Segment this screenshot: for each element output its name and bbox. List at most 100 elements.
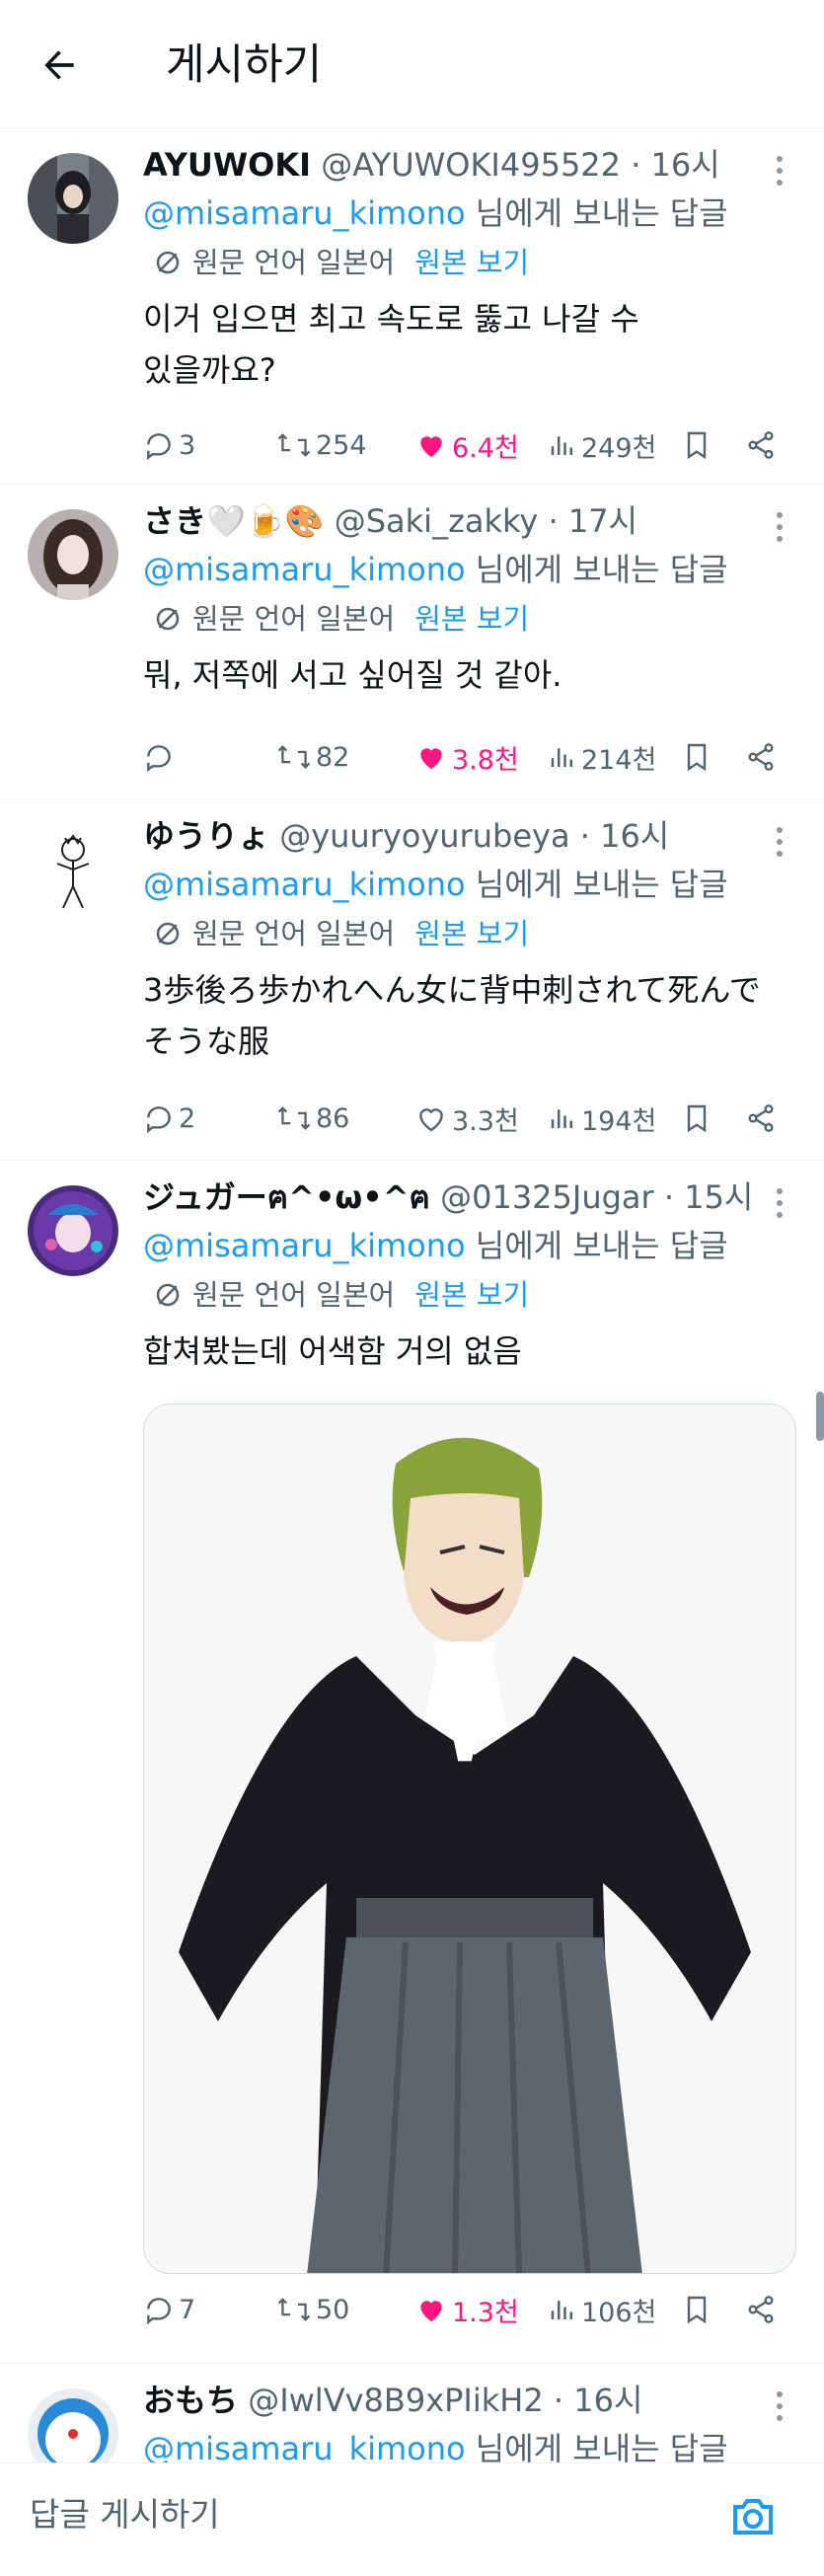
back-button[interactable] (30, 36, 89, 95)
reply-button[interactable] (143, 732, 179, 782)
views-button[interactable]: 194천 (548, 1094, 656, 1143)
author-name[interactable]: さき🤍🍺🎨 (143, 502, 325, 540)
reply-tweet[interactable]: ジュガーฅ^•ω•^ฅ @01325Jugar · 15시 @misamaru_… (0, 1162, 824, 2364)
bookmark-button[interactable] (681, 2285, 712, 2334)
repost-count: 86 (316, 1102, 350, 1134)
repost-count: 254 (316, 429, 367, 461)
bookmark-button[interactable] (681, 420, 712, 470)
reply-tweet[interactable]: ゆうりょ @yuuryoyurubeya · 16시 @misamaru_kim… (0, 800, 824, 1161)
views-button[interactable]: 214천 (548, 732, 656, 782)
reply-tweet[interactable]: おもち @IwlVv8B9xPIikH2 · 16시 @misamaru_kim… (0, 2365, 824, 2463)
views-icon (551, 2301, 572, 2319)
like-count: 6.4천 (452, 432, 519, 464)
avatar[interactable] (28, 153, 118, 244)
author-name[interactable]: ジュガーฅ^•ω•^ฅ (143, 1178, 430, 1216)
repost-icon (277, 745, 311, 769)
tweet-text: 3歩後ろ歩かれへん女に背中刺されて死んでそうな服 (143, 971, 761, 1060)
like-count: 3.8천 (452, 744, 519, 776)
reply-tweet[interactable]: AYUWOKI @AYUWOKI495522 · 16시 @misamaru_k… (0, 129, 824, 485)
reply-icon (147, 2298, 171, 2325)
reply-icon (147, 433, 171, 461)
attached-image[interactable] (143, 1403, 796, 2274)
author-handle[interactable]: @IwlVv8B9xPIikH2 (248, 2382, 544, 2419)
bookmark-icon (687, 2296, 707, 2324)
post-time: · 16시 (631, 146, 720, 184)
author-name[interactable]: AYUWOKI (143, 146, 311, 184)
post-time: · 15시 (663, 1178, 754, 1216)
like-button[interactable]: 3.8천 (414, 732, 519, 782)
more-icon[interactable] (765, 1183, 794, 1223)
share-button[interactable] (745, 1094, 777, 1143)
repost-button[interactable]: 82 (276, 732, 349, 782)
camera-button[interactable] (721, 2485, 785, 2548)
tweet-text: 뭐, 저쪽에 서고 싶어질 것 같아. (143, 656, 562, 694)
repost-button[interactable]: 86 (276, 1094, 349, 1143)
author-handle[interactable]: @AYUWOKI495522 (321, 146, 621, 184)
camera-icon (733, 2499, 773, 2535)
more-icon[interactable] (765, 822, 794, 862)
translate-icon (156, 922, 180, 946)
reply-button[interactable]: 2 (143, 1094, 195, 1143)
show-original-link[interactable]: 원본 보기 (414, 240, 529, 285)
more-icon[interactable] (765, 507, 794, 547)
show-original-link[interactable]: 원본 보기 (414, 1272, 529, 1318)
like-icon (419, 1108, 443, 1132)
reply-mention-link[interactable]: @misamaru_kimono (143, 866, 466, 903)
views-icon (551, 436, 572, 455)
post-time: · 16시 (579, 817, 670, 855)
like-icon (420, 748, 442, 769)
like-button[interactable]: 6.4천 (414, 420, 519, 470)
reply-button[interactable]: 3 (143, 420, 195, 470)
author-handle[interactable]: @Saki_zakky (335, 502, 539, 540)
reply-tweet[interactable]: さき🤍🍺🎨 @Saki_zakky · 17시 @misamaru_kimono… (0, 486, 824, 799)
like-count: 3.3천 (452, 1105, 519, 1137)
reply-to-label: 님에게 보내는 답글 (465, 1227, 728, 1264)
repost-icon (277, 433, 311, 457)
more-icon[interactable] (765, 2387, 794, 2426)
show-original-link[interactable]: 원본 보기 (414, 596, 529, 642)
author-handle[interactable]: @yuuryoyurubeya (279, 817, 569, 855)
share-icon (748, 2296, 774, 2323)
share-button[interactable] (745, 420, 777, 470)
post-time: · 17시 (548, 502, 638, 540)
views-button[interactable]: 106천 (548, 2285, 656, 2334)
author-name[interactable]: ゆうりょ (143, 817, 269, 855)
repost-button[interactable]: 254 (276, 420, 367, 470)
bookmark-button[interactable] (681, 1094, 712, 1143)
repost-button[interactable]: 50 (276, 2285, 349, 2334)
share-icon (748, 431, 774, 459)
reply-icon (147, 745, 171, 773)
avatar[interactable] (28, 1185, 118, 1276)
translated-from-label: 원문 언어 일본어 (192, 246, 396, 279)
avatar[interactable] (28, 824, 118, 915)
reply-mention-link[interactable]: @misamaru_kimono (143, 2430, 466, 2463)
reply-to-label: 님에게 보내는 답글 (465, 194, 728, 232)
like-button[interactable]: 1.3천 (414, 2285, 519, 2334)
reply-mention-link[interactable]: @misamaru_kimono (143, 1227, 466, 1264)
tweet-text: 이거 입으면 최고 속도로 뚫고 나갈 수 있을까요? (143, 300, 639, 389)
share-button[interactable] (745, 2285, 777, 2334)
avatar[interactable] (28, 2388, 118, 2463)
more-icon[interactable] (765, 151, 794, 190)
author-handle[interactable]: @01325Jugar (440, 1178, 654, 1216)
reply-mention-link[interactable]: @misamaru_kimono (143, 551, 466, 588)
reply-button[interactable]: 7 (143, 2285, 195, 2334)
show-original-link[interactable]: 원본 보기 (414, 911, 529, 956)
reply-input[interactable]: 답글 게시하기 (30, 2485, 220, 2544)
view-count: 214천 (581, 744, 657, 776)
views-button[interactable]: 249천 (548, 420, 656, 470)
scrollbar[interactable] (816, 1392, 824, 1441)
bookmark-icon (687, 431, 707, 460)
like-button[interactable]: 3.3천 (414, 1094, 519, 1143)
translate-icon (156, 1283, 180, 1307)
author-name[interactable]: おもち (143, 2382, 238, 2419)
avatar[interactable] (28, 509, 118, 600)
reply-to-label: 님에게 보내는 답글 (465, 866, 728, 903)
share-button[interactable] (745, 732, 777, 782)
reply-count: 2 (179, 1102, 196, 1134)
view-count: 249천 (581, 432, 657, 464)
like-icon (420, 2301, 442, 2321)
reply-mention-link[interactable]: @misamaru_kimono (143, 194, 466, 232)
translated-from-label: 원문 언어 일본어 (192, 602, 396, 636)
bookmark-button[interactable] (681, 732, 712, 782)
